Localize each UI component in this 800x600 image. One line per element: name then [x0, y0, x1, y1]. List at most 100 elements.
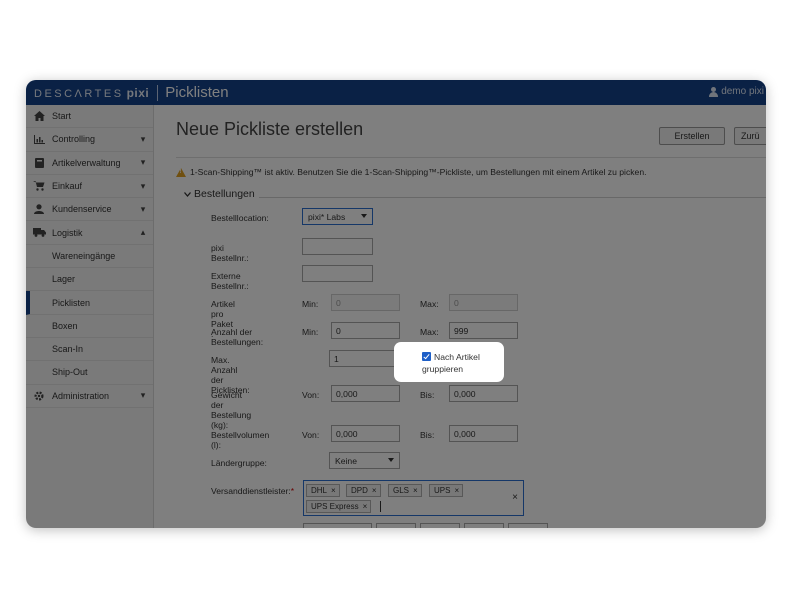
external-order-nr-input[interactable]	[302, 265, 373, 282]
topbar-divider	[157, 84, 159, 101]
tag-dhl: DHL ×	[306, 484, 340, 497]
remove-tag-icon[interactable]: ×	[331, 486, 336, 495]
header-divider	[176, 157, 766, 158]
tag-ups-express: UPS Express ×	[306, 500, 372, 513]
sidebar-item-einkauf[interactable]: Einkauf ▾	[26, 175, 153, 199]
location-select-value: pixi* Labs	[308, 211, 346, 222]
sidebar-item-label: Boxen	[52, 320, 78, 331]
remove-tag-icon[interactable]: ×	[372, 486, 377, 495]
app-window: DESCΛRTES pixi Picklisten demo pixi Start…	[26, 80, 766, 528]
articles-max-label: Max:	[420, 299, 439, 309]
max-picklists-input[interactable]: 1	[329, 350, 400, 367]
volume-label: Bestellvolumen (l):	[211, 430, 270, 450]
location-label: Bestelllocation:	[211, 213, 269, 223]
section-toggle-bestellungen[interactable]: Bestellungen	[182, 188, 259, 200]
volume-to-input[interactable]: 0,000	[449, 425, 518, 442]
next-field-stub	[303, 523, 372, 528]
orders-max-label: Max:	[420, 327, 439, 337]
text-cursor	[380, 501, 381, 512]
group-by-article-label[interactable]: Nach Artikel gruppieren	[422, 351, 502, 375]
country-group-select[interactable]: Keine	[329, 452, 400, 469]
pixi-order-nr-input[interactable]	[302, 238, 373, 255]
chevron-down-icon: ▾	[140, 157, 146, 168]
tag-gls: GLS ×	[388, 484, 422, 497]
clear-selection-icon[interactable]: ×	[512, 492, 518, 503]
sidebar-item-picklisten[interactable]: Picklisten	[26, 291, 153, 315]
sidebar-item-label: Artikelverwaltung	[52, 157, 121, 168]
country-group-value: Keine	[335, 455, 357, 466]
orders-min-input[interactable]: 0	[331, 322, 400, 339]
back-button[interactable]: Zurü	[734, 127, 766, 145]
chevron-up-icon: ▴	[140, 227, 146, 238]
sidebar-item-label: Einkauf	[52, 181, 83, 192]
sidebar-item-lager[interactable]: Lager	[26, 268, 153, 292]
gear-icon	[26, 391, 52, 401]
remove-tag-icon[interactable]: ×	[413, 486, 418, 495]
caret-down-icon	[388, 458, 394, 462]
bar-chart-icon	[26, 134, 52, 144]
chevron-down-icon: ▾	[140, 390, 146, 401]
cart-icon	[26, 181, 52, 191]
sidebar-item-label: Logistik	[52, 227, 83, 238]
sidebar-item-kundenservice[interactable]: Kundenservice ▾	[26, 198, 153, 222]
weight-from-input[interactable]: 0,000	[331, 385, 400, 402]
section-title: Bestellungen	[194, 188, 255, 200]
sidebar-item-controlling[interactable]: Controlling ▾	[26, 128, 153, 152]
pixi-order-nr-label: pixi Bestellnr.:	[211, 243, 249, 263]
tag-label: UPS	[434, 486, 451, 495]
user-menu[interactable]: demo pixi	[709, 86, 764, 97]
sidebar-item-label: Kundenservice	[52, 204, 112, 215]
app-title: Picklisten	[165, 84, 229, 101]
order-count-label: Anzahl der Bestellungen:	[211, 327, 264, 347]
brand-logo: DESCΛRTES pixi	[34, 85, 150, 100]
sidebar-item-label: Administration	[52, 390, 110, 401]
sidebar-item-start[interactable]: Start	[26, 105, 153, 129]
sidebar-item-ship-out[interactable]: Ship-Out	[26, 361, 153, 385]
weight-label-line1: Gewicht der Bestellung	[211, 390, 252, 420]
location-select[interactable]: pixi* Labs	[302, 208, 373, 225]
remove-tag-icon[interactable]: ×	[454, 486, 459, 495]
warning-text: 1-Scan-Shipping™ ist aktiv. Benutzen Sie…	[190, 167, 647, 177]
sidebar-item-scan-in[interactable]: Scan-In	[26, 338, 153, 362]
warning-message: 1-Scan-Shipping™ ist aktiv. Benutzen Sie…	[176, 167, 646, 177]
create-button[interactable]: Erstellen	[659, 127, 725, 145]
max-picklists-label: Max. Anzahl der Picklisten:	[211, 355, 250, 395]
sidebar-item-label: Scan-In	[52, 344, 84, 355]
tag-ups: UPS ×	[429, 484, 464, 497]
shipping-provider-multiselect[interactable]: DHL × DPD × GLS × UPS × UPS Express × ×	[303, 480, 524, 516]
sidebar-item-logistik[interactable]: Logistik ▴	[26, 221, 153, 245]
tag-label: DHL	[311, 486, 328, 495]
weight-to-input[interactable]: 0,000	[449, 385, 518, 402]
weight-from-label: Von:	[302, 390, 320, 400]
required-marker: *	[290, 486, 295, 496]
tag-dpd: DPD ×	[346, 484, 381, 497]
chevron-down-icon: ▾	[140, 203, 146, 214]
caret-down-icon	[361, 214, 367, 218]
truck-icon	[26, 228, 52, 238]
weight-label: Gewicht der Bestellung (kg):	[211, 390, 251, 430]
sidebar-item-label: Controlling	[52, 134, 96, 145]
sidebar-item-wareneingaenge[interactable]: Wareneingänge	[26, 245, 153, 269]
shipping-provider-label-text: Versanddienstleister:	[211, 486, 291, 496]
articles-min-input[interactable]: 0	[331, 294, 400, 311]
chevron-down-icon: ▾	[140, 133, 146, 144]
remove-tag-icon[interactable]: ×	[363, 502, 368, 511]
sidebar-item-administration[interactable]: Administration ▾	[26, 385, 153, 408]
sidebar-item-artikelverwaltung[interactable]: Artikelverwaltung ▾	[26, 152, 153, 175]
next-field-stub	[420, 523, 460, 528]
sidebar-item-label: Start	[52, 111, 72, 122]
shipping-provider-label: Versanddienstleister:*	[211, 486, 294, 496]
sidebar-item-label: Lager	[52, 274, 76, 285]
sidebar-item-label: Ship-Out	[52, 367, 88, 378]
chevron-down-icon	[184, 190, 191, 199]
volume-from-input[interactable]: 0,000	[331, 425, 400, 442]
page-title: Neue Pickliste erstellen	[176, 119, 364, 139]
sidebar-item-boxen[interactable]: Boxen	[26, 315, 153, 338]
orders-max-input[interactable]: 999	[449, 322, 518, 339]
next-field-stub	[508, 523, 548, 528]
volume-to-label: Bis:	[420, 430, 435, 440]
user-icon	[26, 204, 52, 215]
group-by-article-highlight: Nach Artikel gruppieren	[394, 342, 504, 382]
next-field-stub	[464, 523, 504, 528]
articles-max-input[interactable]: 0	[449, 294, 518, 311]
